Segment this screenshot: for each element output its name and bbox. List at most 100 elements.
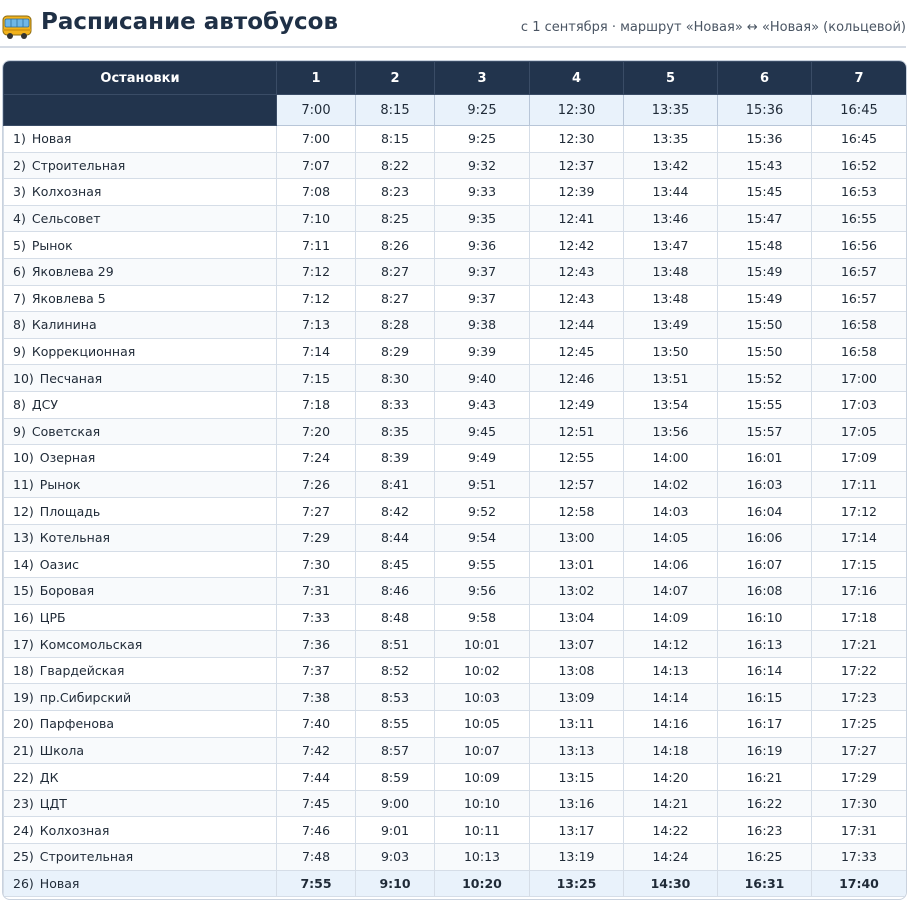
time-cell: 16:52: [811, 151, 906, 180]
time-cell: 14:21: [623, 789, 718, 818]
table-row: 9) Коррекционная 7:14 8:29 9:39 12:45 13:50 15:…: [3, 337, 906, 366]
time-cell: 14:13: [623, 656, 718, 685]
stop-cell: 16) ЦРБ: [3, 603, 277, 632]
time-cell: 16:45: [811, 125, 906, 153]
time-cell: 13:35: [623, 125, 718, 153]
stop-number: 16): [13, 609, 34, 625]
stop-name: ДК: [39, 769, 59, 785]
time-cell: 7:10: [276, 204, 356, 233]
time-cell: 17:05: [811, 417, 906, 446]
time-cell: 8:22: [355, 151, 435, 180]
time-cell: 12:57: [529, 470, 624, 499]
time-cell: 17:25: [811, 710, 906, 738]
time-cell: 8:30: [355, 364, 435, 392]
stop-cell: 19) пр.Сибирский: [3, 683, 277, 712]
time-cell: 8:39: [355, 444, 435, 472]
stop-name: Сельсовет: [31, 211, 101, 227]
departure-time-header: 9:25: [434, 94, 530, 126]
time-cell: 16:08: [717, 577, 812, 605]
time-cell: 8:23: [355, 178, 435, 206]
time-cell: 14:30: [623, 869, 718, 898]
time-cell: 13:48: [623, 284, 718, 313]
time-cell: 15:50: [717, 337, 812, 366]
time-cell: 13:15: [529, 763, 624, 791]
time-cell: 7:18: [276, 390, 356, 419]
time-cell: 9:49: [434, 444, 530, 472]
stop-name: Парфенова: [39, 716, 115, 732]
time-cell: 8:15: [355, 125, 435, 153]
stop-number: 6): [13, 264, 26, 280]
time-cell: 15:48: [717, 231, 812, 259]
time-cell: 16:17: [717, 710, 812, 738]
time-cell: 7:07: [276, 151, 356, 180]
schedule-card: Остановки 1234567 7:00 8:15 9:25 12:30 13:35…: [2, 60, 907, 900]
trip-number-header: 4: [529, 61, 624, 95]
time-cell: 17:11: [811, 470, 906, 499]
stop-number: 4): [13, 211, 26, 227]
time-cell: 13:46: [623, 204, 718, 233]
stop-number: 3): [13, 184, 26, 200]
time-cell: 14:07: [623, 577, 718, 605]
stop-number: 17): [13, 636, 34, 652]
time-cell: 8:35: [355, 417, 435, 446]
stop-cell: 8) ДСУ: [3, 390, 277, 419]
time-cell: 8:55: [355, 710, 435, 738]
time-cell: 10:10: [434, 789, 530, 818]
trip-number-header: 2: [355, 61, 435, 95]
stop-name: Рынок: [31, 237, 73, 253]
stop-cell: 11) Рынок: [3, 470, 277, 499]
time-cell: 10:09: [434, 763, 530, 791]
time-cell: 7:44: [276, 763, 356, 791]
departure-time-header: 13:35: [623, 94, 718, 126]
time-cell: 7:31: [276, 577, 356, 605]
stop-number: 20): [13, 716, 34, 732]
time-cell: 17:31: [811, 816, 906, 845]
time-cell: 9:10: [355, 869, 435, 898]
stop-name: Новая: [31, 131, 72, 147]
time-cell: 7:20: [276, 417, 356, 446]
time-cell: 16:19: [717, 736, 812, 765]
time-cell: 12:37: [529, 151, 624, 180]
time-cell: 8:42: [355, 497, 435, 525]
stop-cell: 14) Оазис: [3, 550, 277, 579]
stop-number: 12): [13, 503, 34, 519]
time-cell: 8:25: [355, 204, 435, 233]
departure-time-header: 7:00: [276, 94, 356, 126]
time-cell: 12:30: [529, 125, 624, 153]
stop-cell: 20) Парфенова: [3, 710, 277, 738]
stop-cell: 10) Озерная: [3, 444, 277, 472]
time-cell: 16:57: [811, 284, 906, 313]
time-cell: 9:33: [434, 178, 530, 206]
stop-name: Котельная: [39, 530, 110, 546]
stop-cell: 23) ЦДТ: [3, 789, 277, 818]
time-cell: 10:20: [434, 869, 530, 898]
time-cell: 17:21: [811, 630, 906, 658]
table-row: 17) Комсомольская 7:36 8:51 10:01 13:07 14:12 1…: [3, 630, 906, 658]
time-cell: 8:29: [355, 337, 435, 366]
stop-cell: 4) Сельсовет: [3, 204, 277, 233]
stop-number: 9): [13, 344, 26, 360]
stop-cell: 9) Коррекционная: [3, 337, 277, 366]
time-cell: 13:44: [623, 178, 718, 206]
time-cell: 16:56: [811, 231, 906, 259]
trip-number-header: 1: [276, 61, 356, 95]
bus-icon: [2, 15, 32, 39]
time-cell: 12:51: [529, 417, 624, 446]
time-cell: 13:16: [529, 789, 624, 818]
time-cell: 17:00: [811, 364, 906, 392]
stop-cell: 12) Площадь: [3, 497, 277, 525]
time-cell: 16:03: [717, 470, 812, 499]
time-cell: 7:12: [276, 284, 356, 313]
stop-number: 2): [13, 157, 26, 173]
time-cell: 9:32: [434, 151, 530, 180]
time-cell: 17:27: [811, 736, 906, 765]
time-cell: 7:40: [276, 710, 356, 738]
stop-name: Гвардейская: [39, 663, 125, 679]
time-cell: 16:15: [717, 683, 812, 712]
stop-number: 1): [13, 131, 26, 147]
stop-number: 5): [13, 237, 26, 253]
stop-name: Яковлева 5: [31, 290, 106, 306]
time-cell: 13:56: [623, 417, 718, 446]
stop-name: Школа: [39, 742, 85, 758]
time-cell: 17:23: [811, 683, 906, 712]
